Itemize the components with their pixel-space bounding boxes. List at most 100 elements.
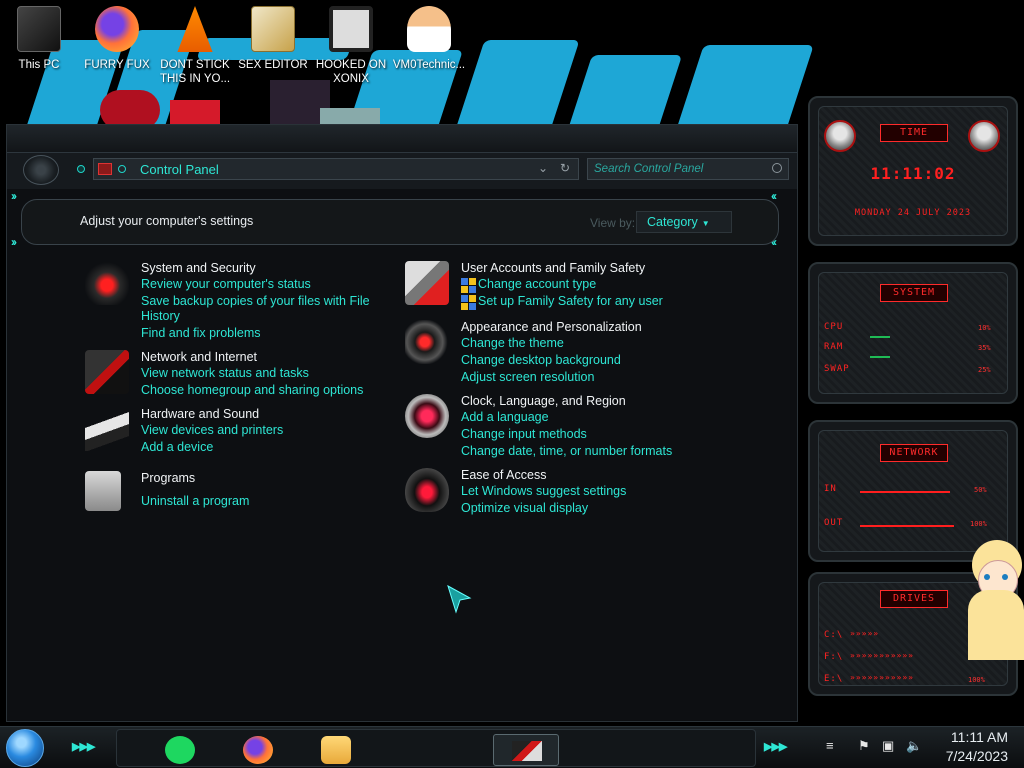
view-by-dropdown[interactable]: Category ▼ (636, 211, 732, 233)
desktop-icon-label: DONT STICK THIS IN YO... (159, 59, 231, 85)
desktop: This PC FURRY FUX DONT STICK THIS IN YO.… (0, 0, 1024, 768)
hardware-sound-icon[interactable] (85, 407, 129, 451)
ease-of-access-icon[interactable] (405, 468, 449, 512)
taskbar: ▶▶▶ ▶▶▶ ≡ ⚑ ▣ 🔈 11:11 AM 7/24/2023 (0, 726, 1024, 768)
network-in-bar (860, 491, 950, 493)
window-titlebar[interactable] (7, 125, 797, 153)
taskbar-time[interactable]: 11:11 AM (938, 729, 1008, 745)
clock-language-region-icon[interactable] (405, 394, 449, 438)
gadget-title: SYSTEM (880, 284, 948, 302)
firefox-icon (95, 6, 139, 52)
taskbar-active-app[interactable] (493, 734, 559, 766)
link-family-safety[interactable]: Set up Family Safety for any user (478, 294, 663, 308)
desktop-icon-vlc[interactable]: DONT STICK THIS IN YO... (156, 6, 234, 86)
breadcrumb-control-panel[interactable]: Control Panel (140, 162, 219, 177)
link-change-account-type[interactable]: Change account type (478, 277, 596, 291)
cartoon-character-sticker (962, 540, 1024, 660)
link-network-status[interactable]: View network status and tasks (141, 366, 309, 380)
link-optimize-display[interactable]: Optimize visual display (461, 501, 588, 515)
link-windows-suggest[interactable]: Let Windows suggest settings (461, 484, 626, 498)
link-change-theme[interactable]: Change the theme (461, 336, 564, 350)
spotify-icon[interactable] (165, 736, 195, 764)
address-bar[interactable]: Control Panel ⌄ ↻ (93, 158, 579, 180)
mouse-cursor-icon (447, 584, 472, 614)
desktop-icon-label: VM0Technic... (392, 59, 466, 71)
gadget-row-label: C:\ (824, 630, 844, 640)
link-view-devices-printers[interactable]: View devices and printers (141, 423, 283, 437)
refresh-icon[interactable]: ↻ (560, 161, 570, 175)
hxd-editor-icon (251, 6, 295, 52)
chevron-down-icon: ▼ (701, 219, 710, 228)
system-gadget[interactable]: SYSTEM CPU 10% RAM 35% SWAP 25% (808, 262, 1018, 404)
programs-icon[interactable] (85, 471, 121, 511)
navigation-bar: Control Panel ⌄ ↻ Search Control Panel (7, 153, 797, 189)
link-find-fix-problems[interactable]: Find and fix problems (141, 326, 261, 340)
link-desktop-background[interactable]: Change desktop background (461, 353, 621, 367)
chevron-right-icon: ›› (11, 189, 17, 203)
desktop-icon-sex-editor[interactable]: SEX EDITOR (234, 6, 312, 72)
category-title[interactable]: User Accounts and Family Safety (461, 261, 645, 275)
start-button[interactable] (6, 729, 44, 767)
gadget-row-value: 10% (978, 324, 991, 332)
desktop-icon-this-pc[interactable]: This PC (0, 6, 78, 72)
desktop-icon-label: FURRY FUX (84, 59, 150, 71)
view-by-label: View by: (590, 216, 636, 230)
appearance-personalization-icon[interactable] (405, 320, 449, 364)
uac-shield-icon (461, 295, 476, 310)
link-add-language[interactable]: Add a language (461, 410, 549, 424)
gadget-row-label: CPU (824, 322, 844, 332)
desktop-icon-label: SEX EDITOR (238, 59, 308, 71)
category-title[interactable]: Clock, Language, and Region (461, 394, 626, 408)
firefox-icon[interactable] (243, 736, 273, 764)
link-review-status[interactable]: Review your computer's status (141, 277, 311, 291)
taskbar-dock (116, 729, 756, 767)
link-add-device[interactable]: Add a device (141, 440, 213, 454)
desktop-icon-furry-fux[interactable]: FURRY FUX (78, 6, 156, 72)
link-save-backup[interactable]: Save backup copies of your files with Fi… (141, 294, 370, 308)
user-accounts-icon[interactable] (405, 261, 449, 305)
network-internet-icon[interactable] (85, 350, 129, 394)
chevron-right-icon: ▶▶▶ (764, 741, 787, 753)
desktop-icon-vm0technic[interactable]: VM0Technic... (390, 6, 468, 72)
show-hidden-icons-icon[interactable]: ≡ (826, 739, 840, 753)
nav-indicator-icon (77, 165, 85, 173)
volume-icon[interactable]: 🔈 (906, 739, 922, 753)
breadcrumb-separator-icon (118, 165, 126, 173)
taskbar-date[interactable]: 7/24/2023 (930, 748, 1008, 764)
alien-head-icon (968, 120, 1000, 152)
link-uninstall-program[interactable]: Uninstall a program (141, 494, 249, 508)
link-screen-resolution[interactable]: Adjust screen resolution (461, 370, 594, 384)
search-placeholder: Search Control Panel (594, 163, 704, 175)
link-input-methods[interactable]: Change input methods (461, 427, 587, 441)
file-explorer-icon[interactable] (321, 736, 351, 764)
chevron-right-icon: ›› (11, 235, 17, 249)
category-title[interactable]: Programs (141, 471, 195, 485)
gadget-row-label: OUT (824, 518, 844, 528)
category-title[interactable]: Appearance and Personalization (461, 320, 642, 334)
system-security-icon[interactable] (85, 261, 129, 305)
search-input[interactable]: Search Control Panel (587, 158, 789, 180)
gadget-row-label: IN (824, 484, 837, 494)
time-gadget[interactable]: TIME 11:11:02 MONDAY 24 JULY 2023 (808, 96, 1018, 246)
category-title[interactable]: Network and Internet (141, 350, 257, 364)
gadget-row-label: RAM (824, 342, 844, 352)
category-title[interactable]: System and Security (141, 261, 256, 275)
link-homegroup-sharing[interactable]: Choose homegroup and sharing options (141, 383, 363, 397)
control-panel-icon (512, 741, 542, 761)
desktop-icon-hooked-on-xonix[interactable]: HOOKED ON XONIX (312, 6, 390, 86)
action-center-flag-icon[interactable]: ⚑ (858, 739, 872, 753)
gadget-row-value: 50% (974, 486, 987, 494)
address-dropdown-icon[interactable]: ⌄ (538, 161, 548, 175)
doctor-avatar-icon (407, 6, 451, 52)
network-icon[interactable]: ▣ (882, 739, 896, 753)
search-icon[interactable] (772, 163, 782, 173)
system-graph (870, 336, 890, 338)
gadget-title: DRIVES (880, 590, 948, 608)
category-title[interactable]: Ease of Access (461, 468, 546, 482)
link-file-history[interactable]: History (141, 309, 180, 323)
back-forward-button[interactable] (23, 155, 59, 185)
gadget-row-label: E:\ (824, 674, 844, 684)
control-panel-window: Control Panel ⌄ ↻ Search Control Panel ›… (6, 124, 798, 722)
category-title[interactable]: Hardware and Sound (141, 407, 259, 421)
link-date-time-formats[interactable]: Change date, time, or number formats (461, 444, 672, 458)
